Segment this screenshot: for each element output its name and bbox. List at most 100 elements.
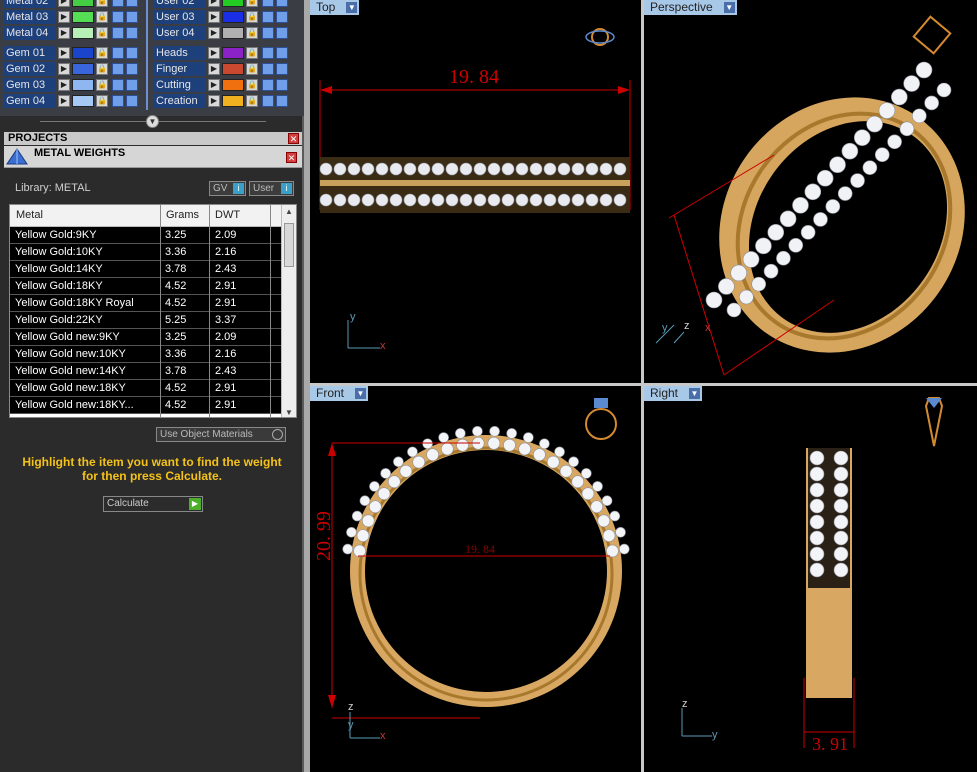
layer-color-swatch[interactable] [72, 47, 94, 59]
layer-visibility-toggle[interactable] [112, 27, 124, 39]
layer-visibility-toggle[interactable] [112, 79, 124, 91]
layer-name[interactable]: Heads [154, 46, 206, 60]
table-row[interactable]: Yellow Gold:14KY 3.78 2.43 [10, 261, 282, 278]
table-row[interactable]: Yellow Gold:22KY 5.25 3.37 [10, 312, 282, 329]
layer-row[interactable]: Creation ▶ 🔒 [150, 94, 298, 108]
table-row[interactable]: Yellow Gold:9KY 3.25 2.09 [10, 227, 282, 244]
layer-name[interactable]: Cutting [154, 78, 206, 92]
lock-icon[interactable]: 🔒 [246, 47, 258, 59]
layer-color-swatch[interactable] [222, 47, 244, 59]
layer-color-swatch[interactable] [72, 63, 94, 75]
lock-icon[interactable]: 🔒 [96, 95, 108, 107]
lock-icon[interactable]: 🔒 [246, 27, 258, 39]
layer-name[interactable]: Gem 02 [4, 62, 56, 76]
layer-visibility-toggle[interactable] [112, 0, 124, 7]
layer-select-toggle[interactable] [276, 47, 288, 59]
layer-select-toggle[interactable] [126, 95, 138, 107]
play-icon[interactable]: ▶ [58, 95, 70, 107]
layer-row[interactable]: User 03 ▶ 🔒 [150, 10, 298, 24]
column-header-metal[interactable]: Metal [16, 209, 43, 221]
layer-visibility-toggle[interactable] [262, 95, 274, 107]
layer-visibility-toggle[interactable] [262, 11, 274, 23]
layer-name[interactable]: Finger [154, 62, 206, 76]
layer-row[interactable]: Gem 02 ▶ 🔒 [0, 62, 148, 76]
table-row[interactable]: Yellow Gold new:18KY 4.52 2.91 [10, 380, 282, 397]
layer-row[interactable]: User 04 ▶ 🔒 [150, 26, 298, 40]
layer-color-swatch[interactable] [222, 79, 244, 91]
lock-icon[interactable]: 🔒 [96, 27, 108, 39]
viewport-splitter-horizontal[interactable] [310, 383, 977, 386]
layer-color-swatch[interactable] [222, 63, 244, 75]
table-row[interactable]: Yellow Gold:18KY Royal 4.52 2.91 [10, 295, 282, 312]
metal-weights-close-button[interactable]: ✕ [286, 152, 297, 163]
layer-name[interactable]: Gem 03 [4, 78, 56, 92]
scroll-down-icon[interactable]: ▼ [285, 408, 293, 417]
scroll-thumb[interactable] [284, 223, 294, 267]
play-icon[interactable]: ▶ [208, 0, 220, 7]
projects-header[interactable]: PROJECTS [4, 132, 302, 145]
layer-row[interactable]: Gem 03 ▶ 🔒 [0, 78, 148, 92]
layer-color-swatch[interactable] [222, 0, 244, 7]
collapse-button[interactable]: ▼ [146, 115, 159, 128]
layer-row[interactable]: Metal 03 ▶ 🔒 [0, 10, 148, 24]
play-icon[interactable]: ▶ [208, 11, 220, 23]
viewport-perspective[interactable]: Perspective ▼ y z x [644, 0, 977, 383]
layer-name[interactable]: Gem 04 [4, 94, 56, 108]
calculate-button[interactable]: Calculate ▶ [103, 496, 203, 512]
table-row[interactable]: Yellow Gold:18KY 4.52 2.91 [10, 278, 282, 295]
layer-color-swatch[interactable] [72, 11, 94, 23]
layer-color-swatch[interactable] [72, 95, 94, 107]
layer-row[interactable]: Gem 01 ▶ 🔒 [0, 46, 148, 60]
layer-row[interactable]: Gem 04 ▶ 🔒 [0, 94, 148, 108]
layer-name[interactable]: User 03 [154, 10, 206, 24]
layer-visibility-toggle[interactable] [262, 27, 274, 39]
viewport-right[interactable]: Right ▼ 3. 91 z y [644, 386, 977, 772]
layer-select-toggle[interactable] [276, 11, 288, 23]
gv-toggle[interactable]: GV i [209, 181, 246, 196]
layer-color-swatch[interactable] [222, 95, 244, 107]
layer-name[interactable]: Creation [154, 94, 206, 108]
layer-visibility-toggle[interactable] [112, 47, 124, 59]
viewport-splitter-vertical[interactable] [641, 0, 644, 772]
layer-color-swatch[interactable] [72, 0, 94, 7]
layer-name[interactable]: Gem 01 [4, 46, 56, 60]
lock-icon[interactable]: 🔒 [96, 79, 108, 91]
user-toggle[interactable]: User i [249, 181, 294, 196]
lock-icon[interactable]: 🔒 [246, 95, 258, 107]
play-icon[interactable]: ▶ [58, 79, 70, 91]
layer-visibility-toggle[interactable] [262, 79, 274, 91]
layer-select-toggle[interactable] [126, 63, 138, 75]
layer-select-toggle[interactable] [276, 27, 288, 39]
play-icon[interactable]: ▶ [208, 79, 220, 91]
layer-visibility-toggle[interactable] [112, 11, 124, 23]
layer-name[interactable]: Metal 03 [4, 10, 56, 24]
table-row[interactable]: Yellow Gold new:18KY... 4.52 2.91 [10, 397, 282, 414]
layer-name[interactable]: Metal 02 [4, 0, 56, 8]
scroll-up-icon[interactable]: ▲ [285, 207, 293, 216]
layer-select-toggle[interactable] [126, 79, 138, 91]
viewport-front[interactable]: Front ▼ 20. 99 19. 84 z y x [310, 386, 641, 772]
table-row[interactable]: Yellow Gold:10KY 3.36 2.16 [10, 244, 282, 261]
play-icon[interactable]: ▶ [58, 63, 70, 75]
layer-row[interactable]: Cutting ▶ 🔒 [150, 78, 298, 92]
layer-select-toggle[interactable] [126, 27, 138, 39]
layer-row[interactable]: Metal 04 ▶ 🔒 [0, 26, 148, 40]
table-row[interactable]: Yellow Gold new:14KY 3.78 2.43 [10, 363, 282, 380]
column-header-grams[interactable]: Grams [166, 209, 199, 221]
layer-select-toggle[interactable] [126, 47, 138, 59]
layer-select-toggle[interactable] [126, 0, 138, 7]
layer-visibility-toggle[interactable] [112, 63, 124, 75]
play-icon[interactable]: ▶ [208, 95, 220, 107]
layer-name[interactable]: User 02 [154, 0, 206, 8]
play-icon[interactable]: ▶ [208, 27, 220, 39]
layer-visibility-toggle[interactable] [262, 0, 274, 7]
layer-color-swatch[interactable] [222, 27, 244, 39]
lock-icon[interactable]: 🔒 [246, 11, 258, 23]
layer-name[interactable]: Metal 04 [4, 26, 56, 40]
layer-row[interactable]: Metal 02 ▶ 🔒 [0, 0, 148, 8]
layer-select-toggle[interactable] [276, 0, 288, 7]
lock-icon[interactable]: 🔒 [96, 0, 108, 7]
table-scrollbar[interactable]: ▲ ▼ [281, 205, 296, 417]
lock-icon[interactable]: 🔒 [96, 11, 108, 23]
viewport-top[interactable]: Top ▼ 19. 84 x y [310, 0, 641, 383]
